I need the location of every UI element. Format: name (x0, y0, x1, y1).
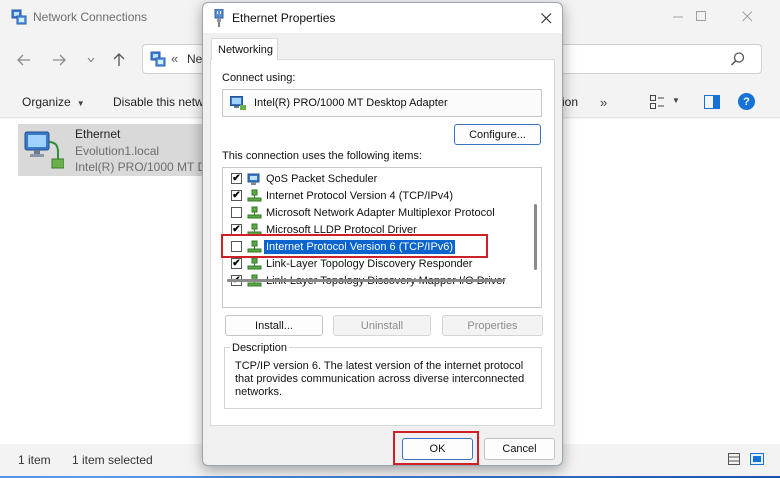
cancel-button[interactable]: Cancel (484, 438, 555, 460)
list-item[interactable]: ✔ Internet Protocol Version 4 (TCP/IPv4) (223, 188, 528, 205)
back-button[interactable] (13, 50, 35, 70)
ipv6-highlight-annotation (221, 234, 488, 258)
component-label: Link-Layer Topology Discovery Responder (266, 258, 473, 270)
items-label: This connection uses the following items… (222, 150, 422, 162)
description-text: TCP/IP version 6. The latest version of … (235, 360, 525, 398)
connect-using-label: Connect using: (222, 72, 296, 84)
network-adapter-icon (230, 96, 246, 110)
tab-networking-label: Networking (218, 44, 274, 56)
ethernet-plug-icon (214, 9, 224, 27)
network-connections-icon (150, 51, 166, 67)
close-button[interactable] (724, 0, 770, 32)
arrow-up-icon (113, 53, 125, 66)
vertical-scrollbar[interactable] (534, 204, 537, 270)
ethernet-connection-item[interactable]: Ethernet Evolution1.local Intel(R) PRO/1… (18, 124, 228, 176)
properties-button[interactable]: Properties (442, 315, 543, 336)
dropdown-arrow-icon: ▼ (76, 99, 85, 108)
change-view-icon[interactable] (650, 95, 664, 109)
component-label: Internet Protocol Version 4 (TCP/IPv4) (266, 190, 454, 202)
list-item[interactable]: Microsoft Network Adapter Multiplexor Pr… (223, 205, 528, 222)
up-button[interactable] (108, 50, 130, 70)
install-button[interactable]: Install... (225, 315, 323, 336)
details-view-icon[interactable] (728, 453, 740, 465)
adapter-field: Intel(R) PRO/1000 MT Desktop Adapter (222, 89, 542, 117)
component-checkbox[interactable]: ✔ (231, 173, 242, 184)
list-item[interactable]: ✔ QoS Packet Scheduler (223, 171, 528, 188)
ok-highlight-annotation (393, 431, 479, 465)
component-checkbox[interactable]: ✔ (231, 258, 242, 269)
ethernet-adapter-icon (24, 131, 64, 169)
connection-name: Ethernet (75, 127, 121, 141)
network-connections-icon (11, 9, 27, 25)
maximize-icon (695, 10, 706, 21)
arrow-left-icon (17, 54, 30, 66)
more-commands-button[interactable]: » (600, 95, 607, 110)
protocol-icon (247, 206, 262, 219)
view-options-chevron-icon[interactable]: ▼ (672, 96, 680, 105)
configure-button[interactable]: Configure... (454, 124, 541, 145)
chevron-down-icon (87, 57, 95, 63)
connection-network: Evolution1.local (75, 144, 160, 158)
breadcrumb[interactable]: Ne (187, 52, 202, 66)
breadcrumb-overflow-icon[interactable]: « (171, 51, 178, 66)
component-checkbox[interactable]: ✔ (231, 190, 242, 201)
component-checkbox[interactable] (231, 207, 242, 218)
protocol-icon (247, 257, 262, 270)
qos-icon (247, 173, 260, 185)
recent-locations-button[interactable] (80, 50, 102, 70)
status-item-count: 1 item (18, 453, 51, 467)
component-label: QoS Packet Scheduler (266, 173, 378, 185)
partial-command[interactable]: ion (562, 95, 578, 109)
dialog-titlebar: Ethernet Properties (203, 3, 562, 33)
uninstall-button[interactable]: Uninstall (333, 315, 431, 336)
description-label: Description (230, 342, 290, 354)
help-icon[interactable]: ? (738, 93, 755, 110)
organize-label: Organize (22, 95, 71, 109)
nc-title: Network Connections (33, 10, 148, 24)
preview-pane-icon[interactable] (704, 95, 720, 109)
close-icon (741, 10, 752, 21)
search-icon[interactable] (730, 51, 746, 67)
forward-button[interactable] (48, 50, 70, 70)
maximize-button[interactable] (678, 0, 724, 32)
protocol-icon (247, 189, 262, 202)
arrow-right-icon (53, 54, 66, 66)
component-label: Microsoft Network Adapter Multiplexor Pr… (266, 207, 495, 219)
status-selected-count: 1 item selected (72, 453, 153, 467)
dialog-title: Ethernet Properties (232, 11, 336, 25)
adapter-name: Intel(R) PRO/1000 MT Desktop Adapter (254, 97, 448, 109)
dialog-close-button[interactable] (534, 6, 558, 30)
organize-menu[interactable]: Organize ▼ (22, 95, 85, 109)
large-icons-view-icon[interactable] (750, 453, 764, 465)
horizontal-scrollbar[interactable] (227, 279, 505, 282)
disable-device-command[interactable]: Disable this netw (113, 95, 204, 109)
close-icon (540, 12, 551, 23)
tab-networking[interactable]: Networking (211, 38, 278, 60)
list-item[interactable]: ✔ Link-Layer Topology Discovery Responder (223, 256, 528, 273)
